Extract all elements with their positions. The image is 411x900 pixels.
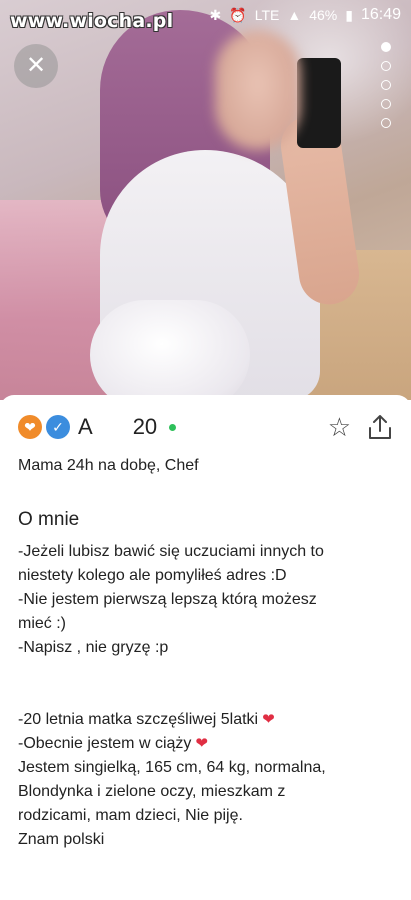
battery-icon: ▮ <box>345 6 353 23</box>
star-icon[interactable]: ☆ <box>328 414 351 440</box>
profile-name: A <box>78 414 93 439</box>
bio-line: mieć :) <box>18 615 66 632</box>
bio-line: -Napisz , nie gryzę :p <box>18 639 169 656</box>
online-status-dot <box>169 423 177 431</box>
profile-card: ❤ ✓ A 20 ☆ Mama 24h na dobę, Chef O mnie… <box>0 395 411 900</box>
bluetooth-icon: ✱ <box>209 6 222 23</box>
verified-badge-icon: ✓ <box>46 415 70 439</box>
profile-actions: ☆ <box>328 413 393 441</box>
bio-line: Jestem singielką, 165 cm, 64 kg, normaln… <box>18 759 326 776</box>
bio-line: niestety kolego ale pomyliłeś adres :D <box>18 567 287 584</box>
heart-icon: ❤ <box>195 735 208 752</box>
photo-face-blurred <box>215 30 300 150</box>
signal-icon: ▲ <box>287 7 302 23</box>
pager-dot-active[interactable] <box>381 42 391 52</box>
pager-dot[interactable] <box>381 80 391 90</box>
bio-line: Znam polski <box>18 831 105 848</box>
bio-line: -20 letnia matka szczęśliwej 5latki <box>18 711 259 728</box>
photo-pager <box>381 42 391 128</box>
bio-line: -Obecnie jestem w ciąży <box>18 735 192 752</box>
watermark: www.wiocha.pl <box>10 10 174 32</box>
share-icon[interactable] <box>367 413 393 441</box>
alarm-icon: ⏰ <box>229 6 247 23</box>
bio-line: -Nie jestem pierwszą lepszą którą możesz <box>18 591 317 608</box>
heart-badge-icon: ❤ <box>18 415 42 439</box>
status-bar: ✱ ⏰ LTE ▲ 46% ▮ 16:49 <box>210 6 401 24</box>
pager-dot[interactable] <box>381 99 391 109</box>
bio-line: rodzicami, mam dzieci, Nie piję. <box>18 807 243 824</box>
battery-percent: 46% <box>309 7 338 23</box>
name-row: ❤ ✓ A 20 ☆ <box>18 409 393 445</box>
bio-line: -Jeżeli lubisz bawić się uczuciami innyc… <box>18 543 324 560</box>
profile-age: 20 <box>132 414 158 439</box>
pager-dot[interactable] <box>381 118 391 128</box>
about-heading: O mnie <box>18 509 80 530</box>
bio-line-with-heart: -Obecnie jestem w ciąży ❤ <box>18 732 397 756</box>
close-button[interactable]: ✕ <box>14 44 58 88</box>
pager-dot[interactable] <box>381 61 391 71</box>
bio-line-with-heart: -20 letnia matka szczęśliwej 5latki ❤ <box>18 708 397 732</box>
photo-belly <box>90 300 250 400</box>
network-label: LTE <box>254 7 280 23</box>
photo-phone <box>297 58 341 148</box>
profile-tagline: Mama 24h na dobę, Chef <box>18 457 199 474</box>
clock: 16:49 <box>360 6 401 23</box>
bio-line: Blondynka i zielone oczy, mieszkam z <box>18 783 286 800</box>
profile-bio: -Jeżeli lubisz bawić się uczuciami innyc… <box>18 540 397 852</box>
close-icon: ✕ <box>25 52 47 79</box>
profile-photo[interactable] <box>0 0 411 400</box>
bio-spacer <box>18 660 397 708</box>
heart-icon: ❤ <box>262 711 275 728</box>
